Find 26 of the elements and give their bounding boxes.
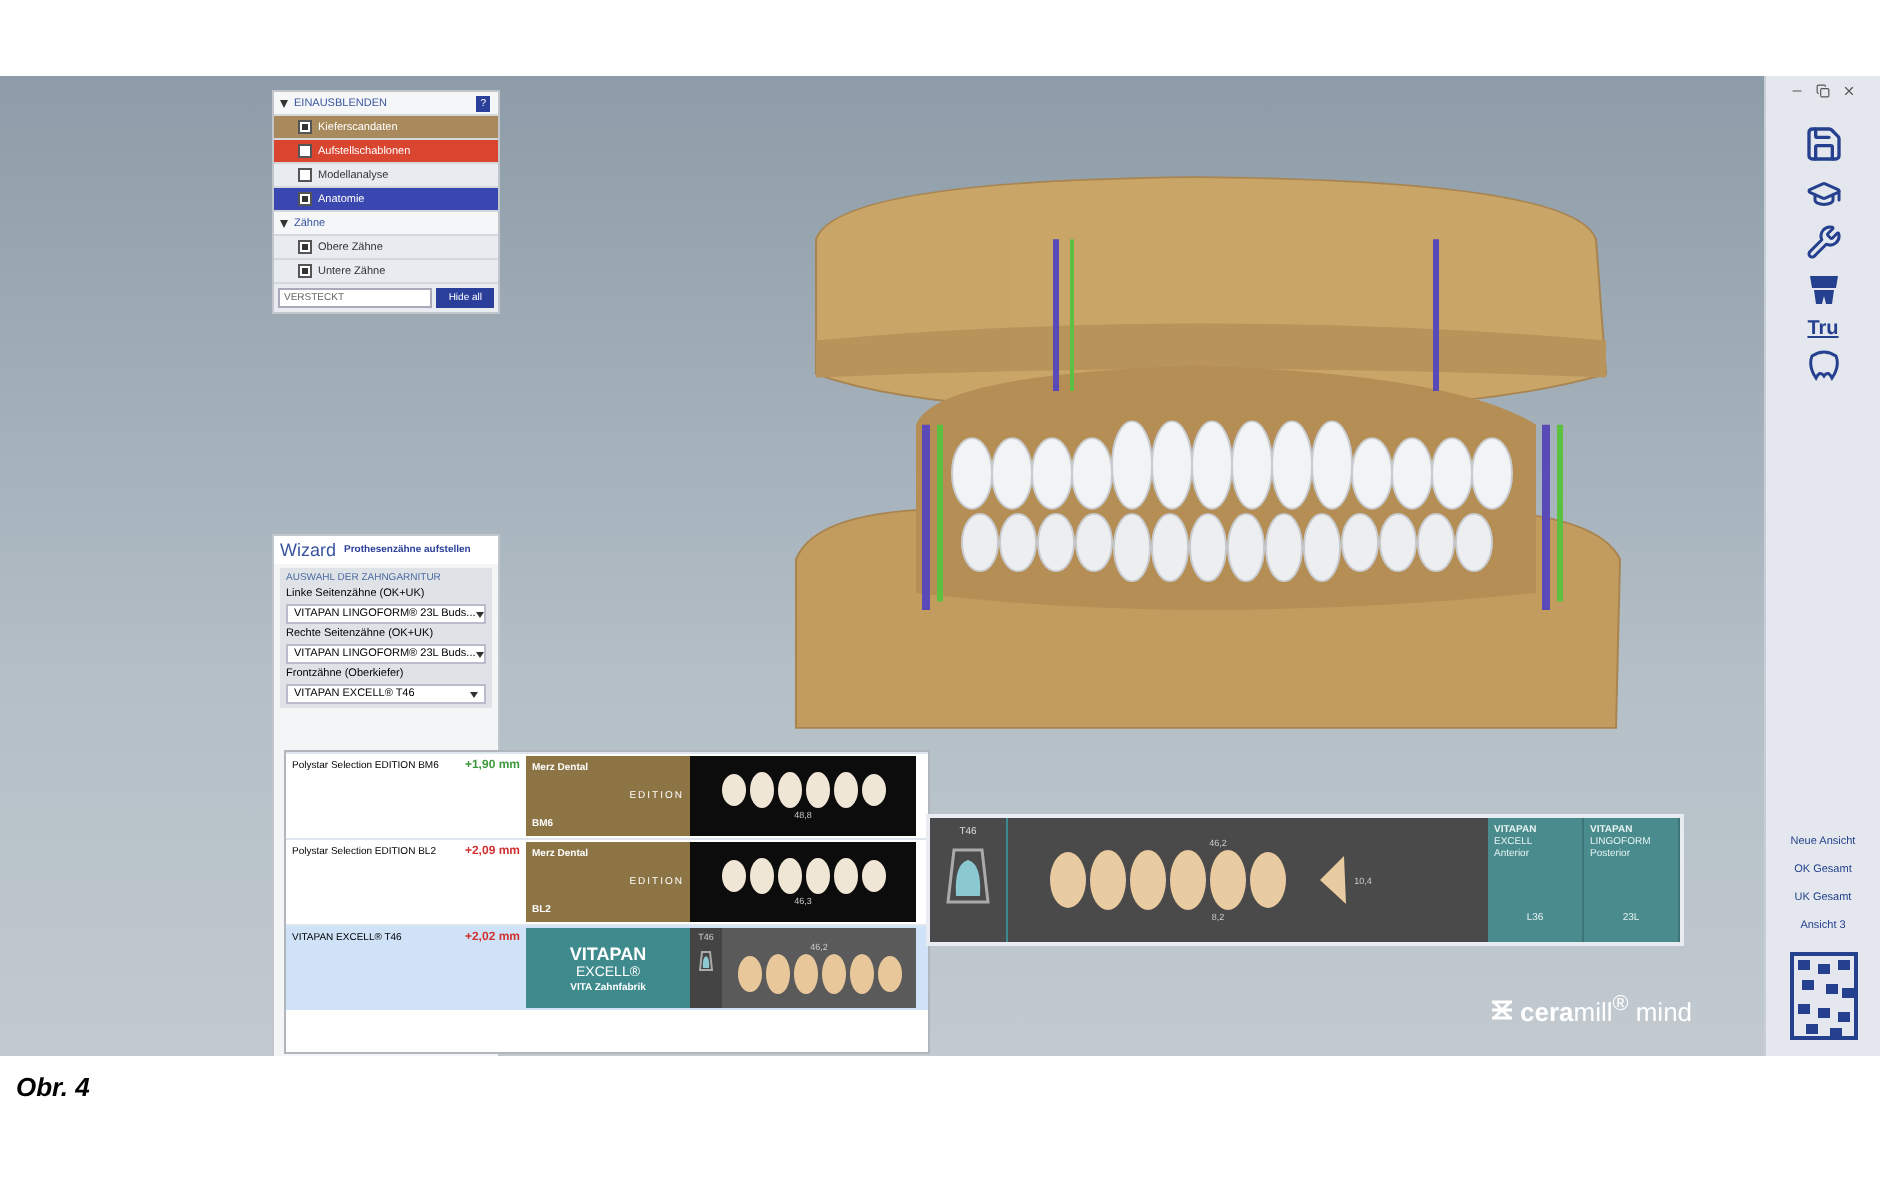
expand-arrow-icon [280,99,288,107]
tooth-profile-icon [1316,854,1349,906]
tooth-outline-icon [944,846,992,906]
tooth-icon[interactable] [1805,350,1841,382]
close-icon[interactable] [1842,84,1856,98]
restore-icon[interactable] [1816,84,1830,98]
checkbox[interactable] [298,120,312,134]
checkbox[interactable] [298,168,312,182]
qr-code-icon[interactable] [1789,952,1857,1040]
text-tool[interactable]: Tru [1807,318,1839,340]
logo-text: ceramill$^{®}$ mind [1520,992,1693,1027]
expand-arrow-icon[interactable] [280,219,288,227]
checkbox[interactable] [298,192,312,206]
checkbox[interactable] [298,240,312,254]
checkbox[interactable] [298,264,312,278]
wizard-title: Wizard [280,540,337,560]
figure-caption: Obr. 4 [14,1070,92,1102]
3d-viewport[interactable] [0,76,1764,1056]
graduation-cap-icon[interactable] [1805,176,1841,212]
brand-label: VITAPAN [569,943,647,963]
checkbox[interactable] [298,144,312,158]
tooth-outline-icon [698,950,714,972]
wrench-icon[interactable] [1805,224,1841,260]
save-icon[interactable] [1803,124,1843,164]
logo-icon [1490,999,1514,1020]
teeth-icon[interactable] [1805,272,1841,308]
